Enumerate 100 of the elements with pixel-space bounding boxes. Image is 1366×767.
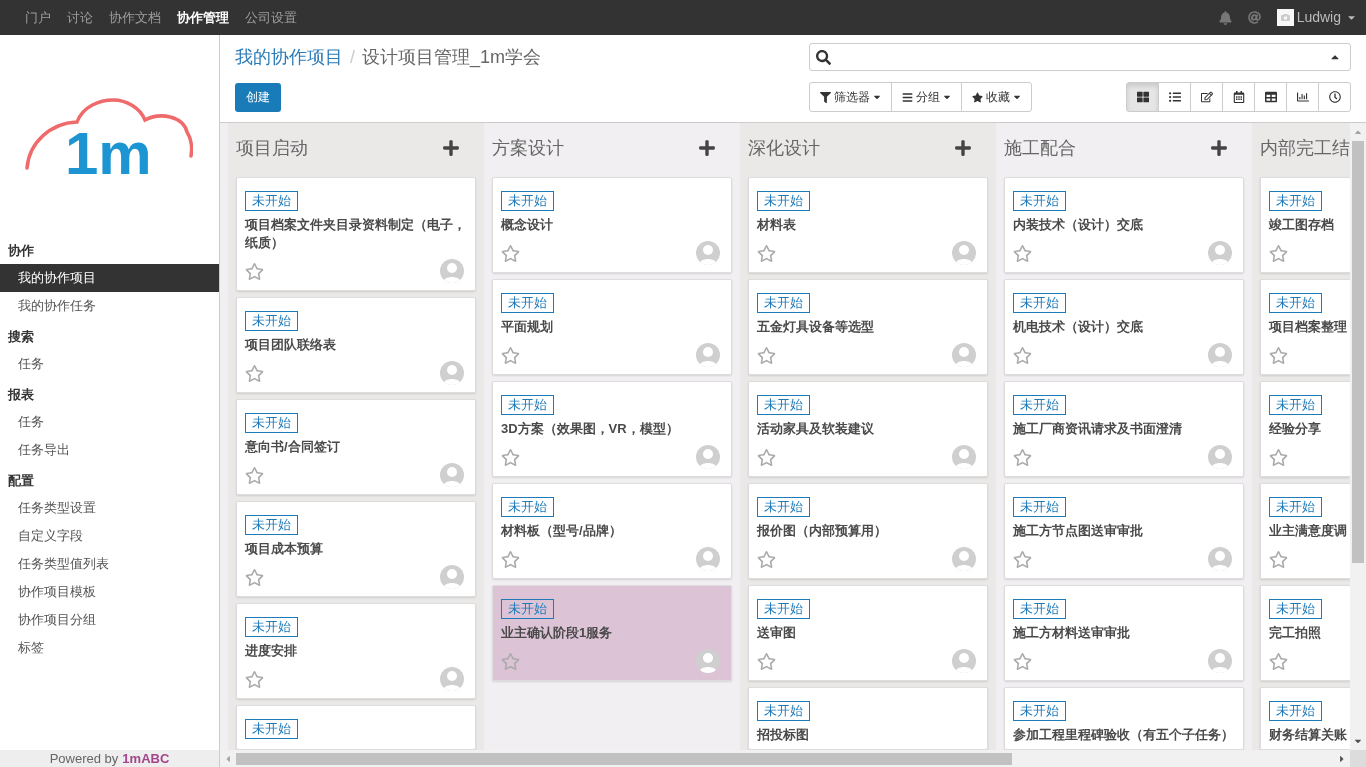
task-card[interactable]: 未开始 意向书/合同签订 [236, 399, 476, 495]
task-card[interactable]: 未开始 项目档案整理 [1260, 279, 1350, 375]
star-icon[interactable] [501, 551, 520, 568]
task-card[interactable]: 未开始 材料表 [748, 177, 988, 273]
star-icon[interactable] [757, 449, 776, 466]
star-icon[interactable] [1013, 347, 1032, 364]
task-card[interactable]: 未开始 [236, 705, 476, 750]
plus-icon[interactable] [698, 139, 716, 157]
nav-menu-item[interactable]: 讨论 [59, 0, 101, 35]
task-card[interactable]: 未开始 平面规划 [492, 279, 732, 375]
task-card[interactable]: 未开始 业主满意度调 [1260, 483, 1350, 579]
view-switch-button[interactable] [1286, 82, 1319, 112]
task-card[interactable]: 未开始 竣工图存档 [1260, 177, 1350, 273]
star-icon[interactable] [501, 347, 520, 364]
task-card[interactable]: 未开始 五金灯具设备等选型 [748, 279, 988, 375]
sidebar-item[interactable]: 标签 [0, 634, 219, 662]
view-switch-button[interactable] [1126, 82, 1159, 112]
brand-link[interactable]: 1mABC [122, 750, 170, 767]
search-option-button[interactable]: 收藏 [961, 82, 1032, 112]
plus-icon[interactable] [442, 139, 460, 157]
star-icon[interactable] [1269, 653, 1288, 670]
star-icon[interactable] [757, 347, 776, 364]
star-icon[interactable] [501, 653, 520, 670]
task-card[interactable]: 未开始 招投标图 [748, 687, 988, 750]
task-card[interactable]: 未开始 财务结算关账 [1260, 687, 1350, 750]
horizontal-scrollbar[interactable] [220, 750, 1350, 767]
task-card[interactable]: 未开始 内装技术（设计）交底 [1004, 177, 1244, 273]
scroll-left-icon[interactable] [224, 753, 232, 764]
task-card[interactable]: 未开始 活动家具及软装建议 [748, 381, 988, 477]
view-switch-button[interactable] [1254, 82, 1287, 112]
search-option-button[interactable]: 筛选器 [809, 82, 892, 112]
plus-icon[interactable] [954, 139, 972, 157]
view-switch-button[interactable] [1222, 82, 1255, 112]
plus-icon[interactable] [1210, 139, 1228, 157]
scrollbar-thumb[interactable] [1352, 141, 1364, 563]
task-card[interactable]: 未开始 送审图 [748, 585, 988, 681]
star-icon[interactable] [245, 467, 264, 484]
nav-menu-item[interactable]: 公司设置 [237, 0, 305, 35]
sidebar-item[interactable]: 任务导出 [0, 436, 219, 464]
star-icon[interactable] [1269, 449, 1288, 466]
star-icon[interactable] [245, 569, 264, 586]
task-card[interactable]: 未开始 机电技术（设计）交底 [1004, 279, 1244, 375]
user-avatar-icon[interactable] [1276, 9, 1294, 26]
star-icon[interactable] [1013, 551, 1032, 568]
star-icon[interactable] [1269, 347, 1288, 364]
scrollbar-thumb[interactable] [236, 752, 1012, 765]
star-icon[interactable] [1269, 551, 1288, 568]
view-switch-button[interactable] [1158, 82, 1191, 112]
notification-bell-icon[interactable] [1218, 10, 1232, 25]
column-title: 内部完工结 [1260, 136, 1350, 160]
task-card[interactable]: 未开始 施工方材料送审审批 [1004, 585, 1244, 681]
view-switch-button[interactable] [1318, 82, 1351, 112]
star-icon[interactable] [245, 365, 264, 382]
breadcrumb-link[interactable]: 我的协作项目 [235, 43, 343, 71]
star-icon[interactable] [757, 653, 776, 670]
task-card[interactable]: 未开始 施工厂商资讯请求及书面澄清 [1004, 381, 1244, 477]
task-card[interactable]: 未开始 概念设计 [492, 177, 732, 273]
task-card[interactable]: 未开始 项目成本预算 [236, 501, 476, 597]
vertical-scrollbar[interactable] [1350, 123, 1366, 750]
task-card[interactable]: 未开始 报价图（内部预算用） [748, 483, 988, 579]
status-tag: 未开始 [501, 191, 554, 211]
sidebar-item[interactable]: 自定义字段 [0, 522, 219, 550]
user-menu-button[interactable]: Ludwig [1276, 0, 1356, 35]
sidebar-item[interactable]: 任务 [0, 350, 219, 378]
star-icon[interactable] [757, 245, 776, 262]
sidebar-item[interactable]: 任务类型值列表 [0, 550, 219, 578]
scroll-right-icon[interactable] [1338, 753, 1346, 764]
task-card[interactable]: 未开始 参加工程里程碑验收（有五个子任务） [1004, 687, 1244, 750]
create-button[interactable]: 创建 [235, 82, 281, 112]
star-icon[interactable] [245, 671, 264, 688]
sidebar-item[interactable]: 协作项目分组 [0, 606, 219, 634]
task-card[interactable]: 未开始 材料板（型号/品牌） [492, 483, 732, 579]
sidebar-item[interactable]: 任务类型设置 [0, 494, 219, 522]
task-card[interactable]: 未开始 项目档案文件夹目录资料制定（电子，纸质） [236, 177, 476, 291]
star-icon[interactable] [1013, 245, 1032, 262]
star-icon[interactable] [1013, 449, 1032, 466]
nav-menu-item[interactable]: 协作文档 [101, 0, 169, 35]
star-icon[interactable] [245, 263, 264, 280]
nav-menu-item[interactable]: 门户 [17, 0, 59, 35]
at-sign-icon[interactable] [1247, 11, 1261, 24]
search-field[interactable] [809, 43, 1351, 71]
star-icon[interactable] [757, 551, 776, 568]
star-icon[interactable] [1269, 245, 1288, 262]
sidebar-item[interactable]: 协作项目模板 [0, 578, 219, 606]
search-option-button[interactable]: 分组 [891, 82, 962, 112]
task-card[interactable]: 未开始 施工方节点图送审审批 [1004, 483, 1244, 579]
nav-menu-item[interactable]: 协作管理 [169, 0, 237, 35]
sidebar-item[interactable]: 我的协作任务 [0, 292, 219, 320]
task-card[interactable]: 未开始 进度安排 [236, 603, 476, 699]
task-card[interactable]: 未开始 项目团队联络表 [236, 297, 476, 393]
view-switch-button[interactable] [1190, 82, 1223, 112]
task-card[interactable]: 未开始 3D方案（效果图，VR，模型） [492, 381, 732, 477]
star-icon[interactable] [501, 449, 520, 466]
star-icon[interactable] [1013, 653, 1032, 670]
task-card[interactable]: 未开始 业主确认阶段1服务 [492, 585, 732, 681]
task-card[interactable]: 未开始 完工拍照 [1260, 585, 1350, 681]
sidebar-item[interactable]: 我的协作项目 [0, 264, 219, 292]
sidebar-item[interactable]: 任务 [0, 408, 219, 436]
star-icon[interactable] [501, 245, 520, 262]
task-card[interactable]: 未开始 经验分享 [1260, 381, 1350, 477]
